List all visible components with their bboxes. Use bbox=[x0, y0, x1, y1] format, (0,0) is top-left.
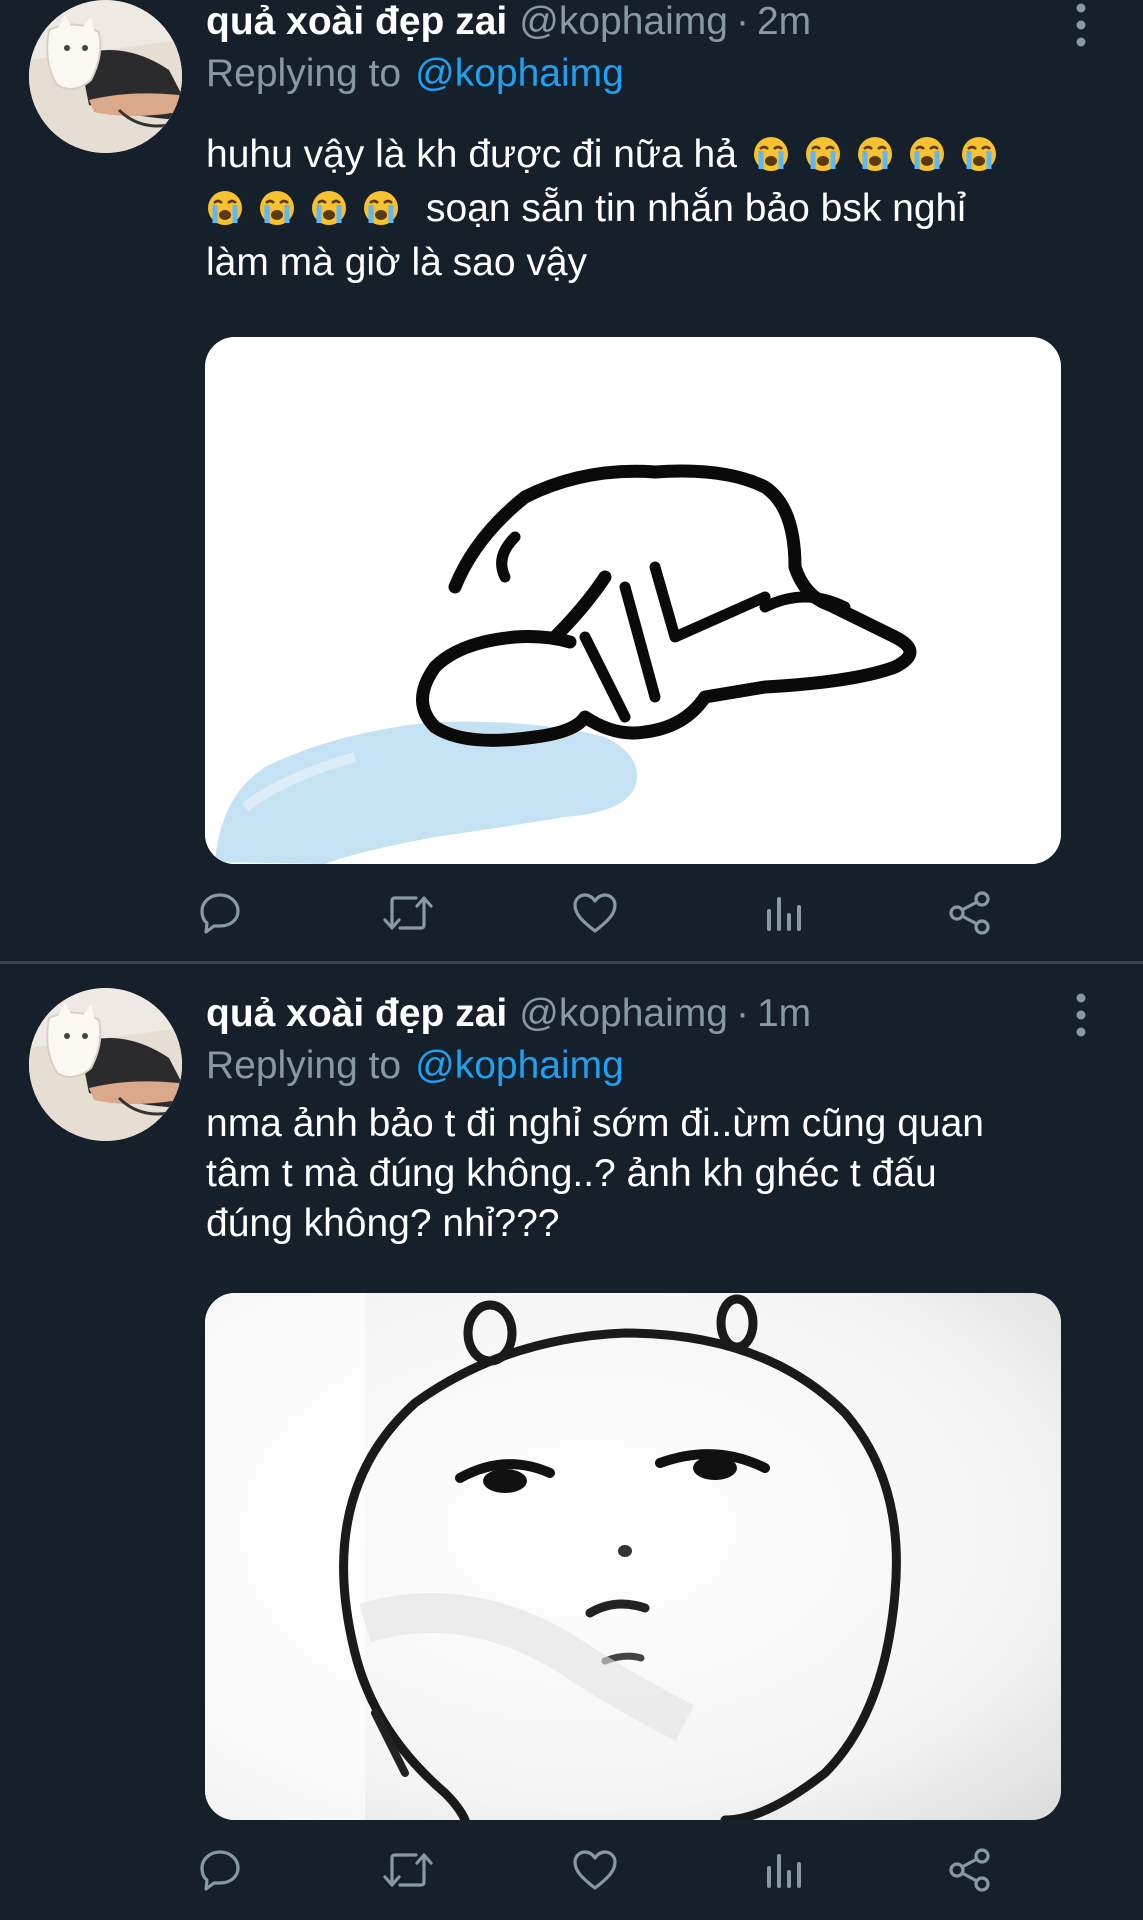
reply-button[interactable] bbox=[190, 1840, 250, 1900]
display-name[interactable]: quả xoài đẹp zai bbox=[206, 992, 507, 1035]
analytics-button[interactable] bbox=[753, 1840, 813, 1900]
retweet-button[interactable] bbox=[378, 883, 438, 943]
loudly-crying-face-icon bbox=[805, 137, 840, 171]
like-icon bbox=[573, 893, 617, 933]
tweet-text-line: nma ảnh bảo t đi nghỉ sớm đi..ừm cũng qu… bbox=[206, 1102, 984, 1145]
share-button[interactable] bbox=[940, 883, 1000, 943]
loudly-crying-face-icon bbox=[364, 191, 398, 225]
replying-to: Replying to @kophaimg bbox=[206, 50, 624, 98]
timestamp[interactable]: 2m bbox=[757, 0, 811, 43]
analytics-icon bbox=[767, 1854, 801, 1888]
reply-icon bbox=[200, 893, 240, 934]
analytics-button[interactable] bbox=[753, 883, 813, 943]
like-icon bbox=[573, 1850, 617, 1890]
tweet-header: quả xoài đẹp zai @kophaimg · 1m bbox=[206, 990, 811, 1042]
reply-button[interactable] bbox=[190, 883, 250, 943]
tweet[interactable]: quả xoài đẹp zai @kophaimg · 2m Replying to… bbox=[0, 0, 1143, 962]
avatar[interactable] bbox=[29, 0, 182, 153]
share-icon bbox=[949, 1848, 990, 1892]
tweet-media-image[interactable] bbox=[205, 1293, 1061, 1820]
tweet-text-line: đúng không? nhỉ??? bbox=[206, 1202, 560, 1245]
replying-to-link[interactable]: @kophaimg bbox=[415, 1044, 624, 1087]
like-button[interactable] bbox=[565, 883, 625, 943]
share-button[interactable] bbox=[940, 1840, 1000, 1900]
tweet-text-line: huhu vậy là kh được đi nữa hả bbox=[206, 128, 1086, 182]
separator-dot: · bbox=[735, 0, 749, 43]
more-options-icon[interactable] bbox=[1070, 992, 1092, 1038]
share-icon bbox=[949, 891, 990, 935]
user-handle[interactable]: @kophaimg bbox=[519, 0, 728, 43]
tweet-text-line: soạn sẵn tin nhắn bảo bsk nghỉ bbox=[206, 182, 1086, 236]
replying-to-label: Replying to bbox=[206, 1044, 402, 1087]
tweet-text-segment: soạn sẵn tin nhắn bảo bsk nghỉ bbox=[426, 187, 966, 230]
replying-to-label: Replying to bbox=[206, 52, 402, 95]
tweet-text-line: tâm t mà đúng không..? ảnh kh ghéc t đấu bbox=[206, 1152, 937, 1195]
retweet-button[interactable] bbox=[378, 1840, 438, 1900]
tweet-actions bbox=[200, 883, 1026, 943]
more-options-icon[interactable] bbox=[1070, 2, 1092, 48]
tweet[interactable]: quả xoài đẹp zai @kophaimg · 1m Replying to… bbox=[0, 964, 1143, 1920]
avatar[interactable] bbox=[29, 988, 182, 1141]
loudly-crying-face-icon bbox=[909, 137, 944, 171]
analytics-icon bbox=[767, 897, 801, 931]
retweet-icon bbox=[383, 1853, 433, 1887]
tweet-media-image[interactable] bbox=[205, 337, 1061, 864]
timestamp[interactable]: 1m bbox=[757, 992, 811, 1035]
tweet-text: huhu vậy là kh được đi nữa hả soạn sẵn t… bbox=[206, 128, 1086, 290]
user-handle[interactable]: @kophaimg bbox=[519, 992, 728, 1035]
loudly-crying-face-icon bbox=[961, 137, 996, 171]
replying-to: Replying to @kophaimg bbox=[206, 1042, 624, 1090]
loudly-crying-face-icon bbox=[312, 191, 346, 225]
loudly-crying-face-icon bbox=[753, 137, 788, 171]
display-name[interactable]: quả xoài đẹp zai bbox=[206, 0, 507, 43]
loudly-crying-face-icon bbox=[260, 191, 294, 225]
tweet-text-line: làm mà giờ là sao vậy bbox=[206, 241, 588, 284]
tweet-text: nma ảnh bảo t đi nghỉ sớm đi..ừm cũng qu… bbox=[206, 1099, 1086, 1249]
replying-to-link[interactable]: @kophaimg bbox=[415, 52, 624, 95]
loudly-crying-face-icon bbox=[208, 191, 242, 225]
tweet-text-segment: huhu vậy là kh được đi nữa hả bbox=[206, 133, 737, 176]
reply-icon bbox=[200, 1850, 240, 1891]
retweet-icon bbox=[383, 896, 433, 930]
tweet-header: quả xoài đẹp zai @kophaimg · 2m bbox=[206, 0, 811, 50]
separator-dot: · bbox=[735, 992, 749, 1035]
tweet-actions bbox=[200, 1840, 1026, 1900]
like-button[interactable] bbox=[565, 1840, 625, 1900]
loudly-crying-face-icon bbox=[857, 137, 892, 171]
